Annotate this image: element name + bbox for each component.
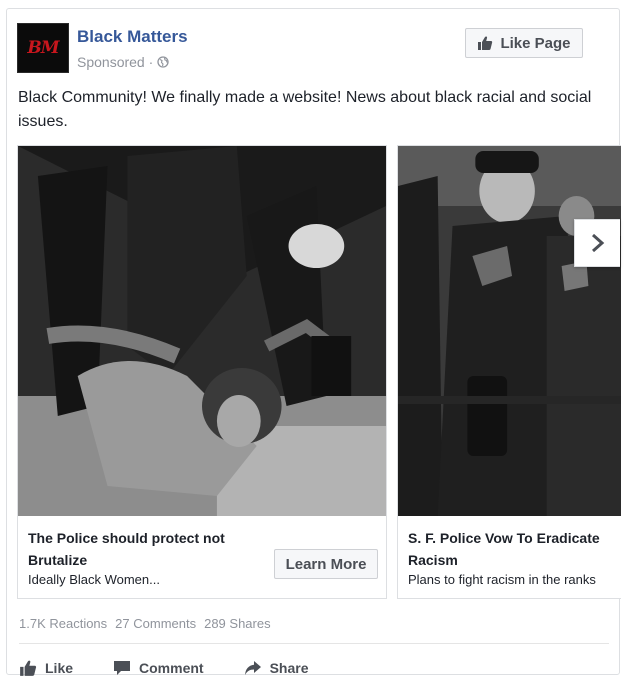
carousel-next-button[interactable] (574, 219, 620, 267)
post-header: BM Black Matters Sponsored · Like Page (17, 23, 611, 77)
carousel-card[interactable]: S. F. Police Vow To Eradicate Racism Pla… (397, 145, 621, 599)
post-actions: Like Comment Share (19, 654, 309, 682)
like-label: Like (45, 660, 74, 676)
card-image-arrest-photo[interactable] (18, 146, 386, 516)
like-page-button[interactable]: Like Page (465, 28, 583, 58)
like-button[interactable]: Like (19, 659, 73, 677)
carousel: The Police should protect not Brutalize … (17, 145, 621, 599)
share-label: Share (269, 660, 309, 676)
carousel-card[interactable]: The Police should protect not Brutalize … (17, 145, 387, 599)
card-title[interactable]: The Police should protect not Brutalize (28, 527, 268, 571)
like-page-label: Like Page (500, 34, 571, 52)
comment-icon (114, 661, 131, 675)
card-description: Plans to fight racism in the ranks (408, 572, 596, 587)
shares-count[interactable]: 289 Shares (204, 616, 271, 631)
card-image-police-photo[interactable] (398, 146, 621, 516)
avatar-logo-text: BM (27, 38, 59, 58)
sponsored-label: Sponsored · (77, 54, 169, 70)
post-caption: Black Community! We finally made a websi… (18, 89, 592, 130)
comment-label: Comment (139, 660, 204, 676)
share-icon (244, 661, 261, 675)
sponsored-post: BM Black Matters Sponsored · Like Page B… (6, 8, 621, 676)
divider (19, 643, 609, 644)
chevron-right-icon (591, 233, 604, 253)
sponsored-text: Sponsored · (77, 54, 154, 70)
comment-button[interactable]: Comment (113, 659, 204, 677)
card-title[interactable]: S. F. Police Vow To Eradicate Racism (408, 527, 621, 571)
thumbs-up-icon (478, 36, 493, 50)
learn-more-button[interactable]: Learn More (274, 549, 378, 579)
reactions-count[interactable]: 1.7K Reactions (19, 616, 107, 631)
thumbs-up-icon (20, 660, 37, 676)
globe-icon (157, 56, 169, 68)
comments-count[interactable]: 27 Comments (115, 616, 196, 631)
photo-placeholder (18, 146, 386, 516)
photo-placeholder (398, 146, 621, 516)
page-name-link[interactable]: Black Matters (77, 27, 188, 47)
share-button[interactable]: Share (244, 659, 309, 677)
page-avatar[interactable]: BM (17, 23, 69, 73)
engagement-stats: 1.7K Reactions 27 Comments 289 Shares (19, 616, 271, 631)
card-description: Ideally Black Women... (28, 572, 160, 587)
